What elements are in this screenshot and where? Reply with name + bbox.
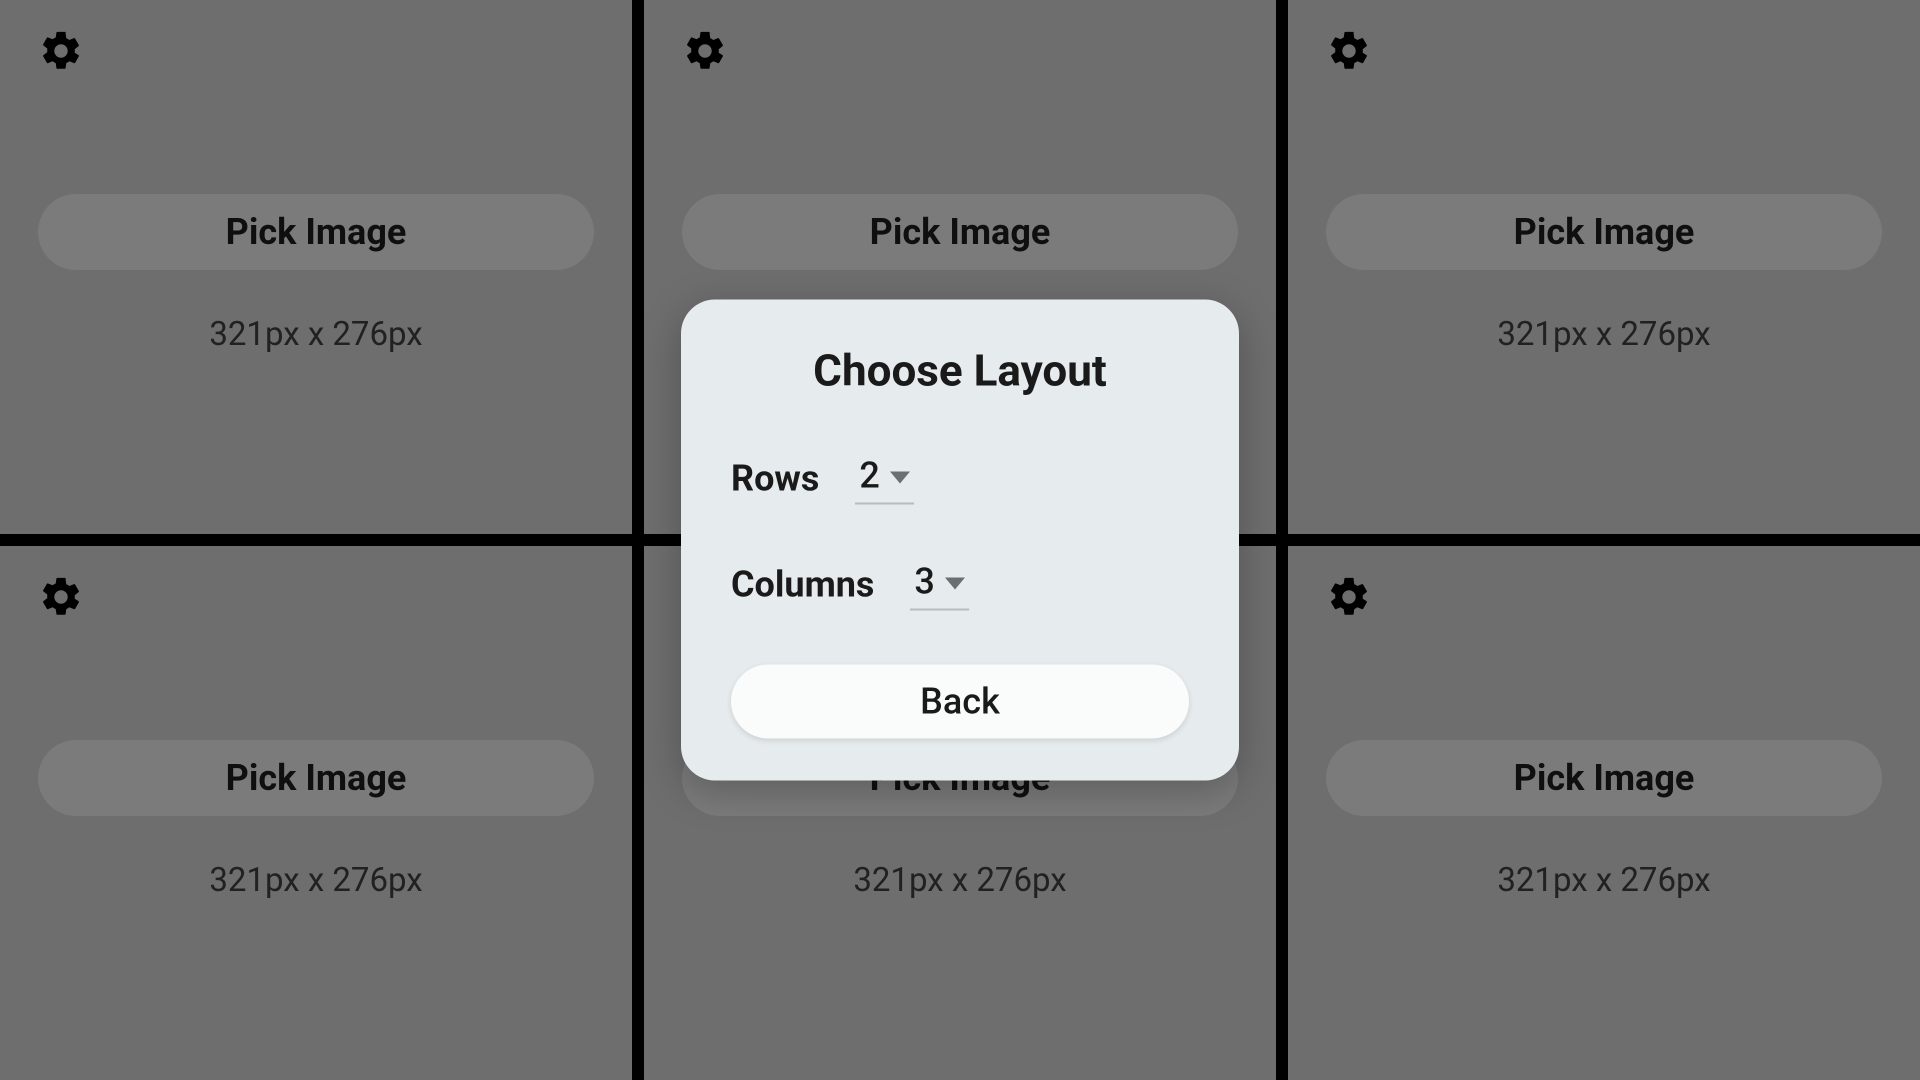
rows-label: Rows xyxy=(731,458,819,500)
rows-value: 2 xyxy=(859,455,879,497)
chevron-down-icon xyxy=(945,578,965,590)
chevron-down-icon xyxy=(890,472,910,484)
columns-field: Columns 3 xyxy=(731,559,1189,611)
columns-value: 3 xyxy=(914,561,934,603)
columns-dropdown[interactable]: 3 xyxy=(910,559,968,611)
dialog-title: Choose Layout xyxy=(731,345,1189,397)
columns-label: Columns xyxy=(731,564,874,606)
back-button[interactable]: Back xyxy=(731,665,1189,739)
rows-dropdown[interactable]: 2 xyxy=(855,453,913,505)
choose-layout-dialog: Choose Layout Rows 2 Columns 3 Back xyxy=(681,300,1239,781)
rows-field: Rows 2 xyxy=(731,453,1189,505)
